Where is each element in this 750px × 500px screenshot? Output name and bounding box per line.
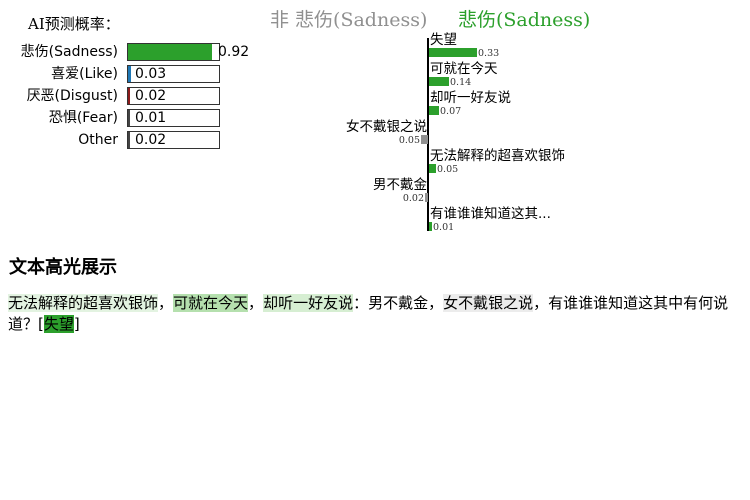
sadness-header: 悲伤(Sadness) bbox=[458, 9, 591, 31]
token-contribution-bar bbox=[429, 48, 477, 57]
token-label: 女不戴银之说 bbox=[346, 119, 427, 135]
token-label: 男不戴金 bbox=[373, 177, 427, 193]
highlighted-segment: 失望 bbox=[43, 315, 74, 333]
token-contribution-bar bbox=[429, 164, 436, 173]
probability-bar-fill bbox=[128, 88, 130, 104]
probability-label: 恐惧(Fear) bbox=[48, 110, 118, 126]
token-label: 可就在今天 bbox=[430, 61, 498, 77]
token-contribution-value: 0.14 bbox=[450, 77, 472, 88]
probability-value: 0.03 bbox=[135, 66, 167, 82]
token-contribution-value: 0.33 bbox=[478, 48, 500, 59]
probability-label: Other bbox=[78, 132, 118, 148]
token-label: 却听一好友说 bbox=[430, 90, 511, 106]
token-label: 无法解释的超喜欢银饰 bbox=[430, 148, 565, 164]
highlighted-segment: 女不戴银之说 bbox=[443, 294, 534, 312]
probability-row: 喜爱(Like) 0.03 bbox=[0, 65, 260, 83]
probability-row: Other 0.02 bbox=[0, 131, 260, 149]
not-sadness-header: 非 悲伤(Sadness) bbox=[270, 9, 428, 31]
probability-bar-fill bbox=[128, 66, 131, 82]
probability-bar-fill bbox=[128, 110, 130, 126]
probability-row: 厌恶(Disgust) 0.02 bbox=[0, 87, 260, 105]
probability-label: 喜爱(Like) bbox=[51, 66, 118, 82]
highlighted-segment: 无法解释的超喜欢银饰 bbox=[8, 294, 159, 312]
probability-row: 悲伤(Sadness) 0.92 bbox=[0, 43, 260, 61]
probability-bar-fill bbox=[128, 132, 130, 148]
token-contribution-value: 0.01 bbox=[433, 222, 455, 233]
probability-label: 厌恶(Disgust) bbox=[26, 88, 118, 104]
highlight-text: 无法解释的超喜欢银饰，可就在今天，却听一好友说：男不戴金，女不戴银之说，有谁谁谁… bbox=[8, 293, 742, 335]
probability-label: 悲伤(Sadness) bbox=[20, 44, 118, 60]
text-segment: ：男不戴金， bbox=[353, 294, 444, 312]
token-contribution-bar bbox=[425, 193, 428, 202]
highlighted-segment: 可就在今天 bbox=[173, 294, 249, 312]
token-contribution-bar bbox=[421, 135, 428, 144]
highlight-title: 文本高光展示 bbox=[9, 257, 117, 278]
probability-row: 恐惧(Fear) 0.01 bbox=[0, 109, 260, 127]
probability-value: 0.01 bbox=[135, 110, 167, 126]
token-contribution-value: 0.05 bbox=[398, 135, 420, 146]
token-label: 有谁谁谁知道这其... bbox=[430, 206, 551, 222]
token-contribution-bar bbox=[429, 77, 449, 86]
token-contribution-bar bbox=[429, 106, 439, 115]
text-segment: ， bbox=[248, 294, 264, 312]
probability-value: 0.02 bbox=[135, 88, 167, 104]
probability-bar bbox=[127, 43, 220, 61]
text-segment: ] bbox=[73, 315, 80, 333]
highlighted-segment: 却听一好友说 bbox=[263, 294, 354, 312]
probability-value: 0.02 bbox=[135, 132, 167, 148]
token-label: 失望 bbox=[430, 32, 457, 48]
token-contribution-bar bbox=[429, 222, 432, 231]
probability-title: AI预测概率： bbox=[28, 15, 120, 33]
probability-value: 0.92 bbox=[218, 44, 250, 60]
token-contribution-value: 0.07 bbox=[440, 106, 462, 117]
probability-bar-fill bbox=[128, 44, 212, 60]
token-contribution-value: 0.02 bbox=[402, 193, 424, 204]
token-contribution-value: 0.05 bbox=[437, 164, 459, 175]
text-segment: ， bbox=[158, 294, 174, 312]
